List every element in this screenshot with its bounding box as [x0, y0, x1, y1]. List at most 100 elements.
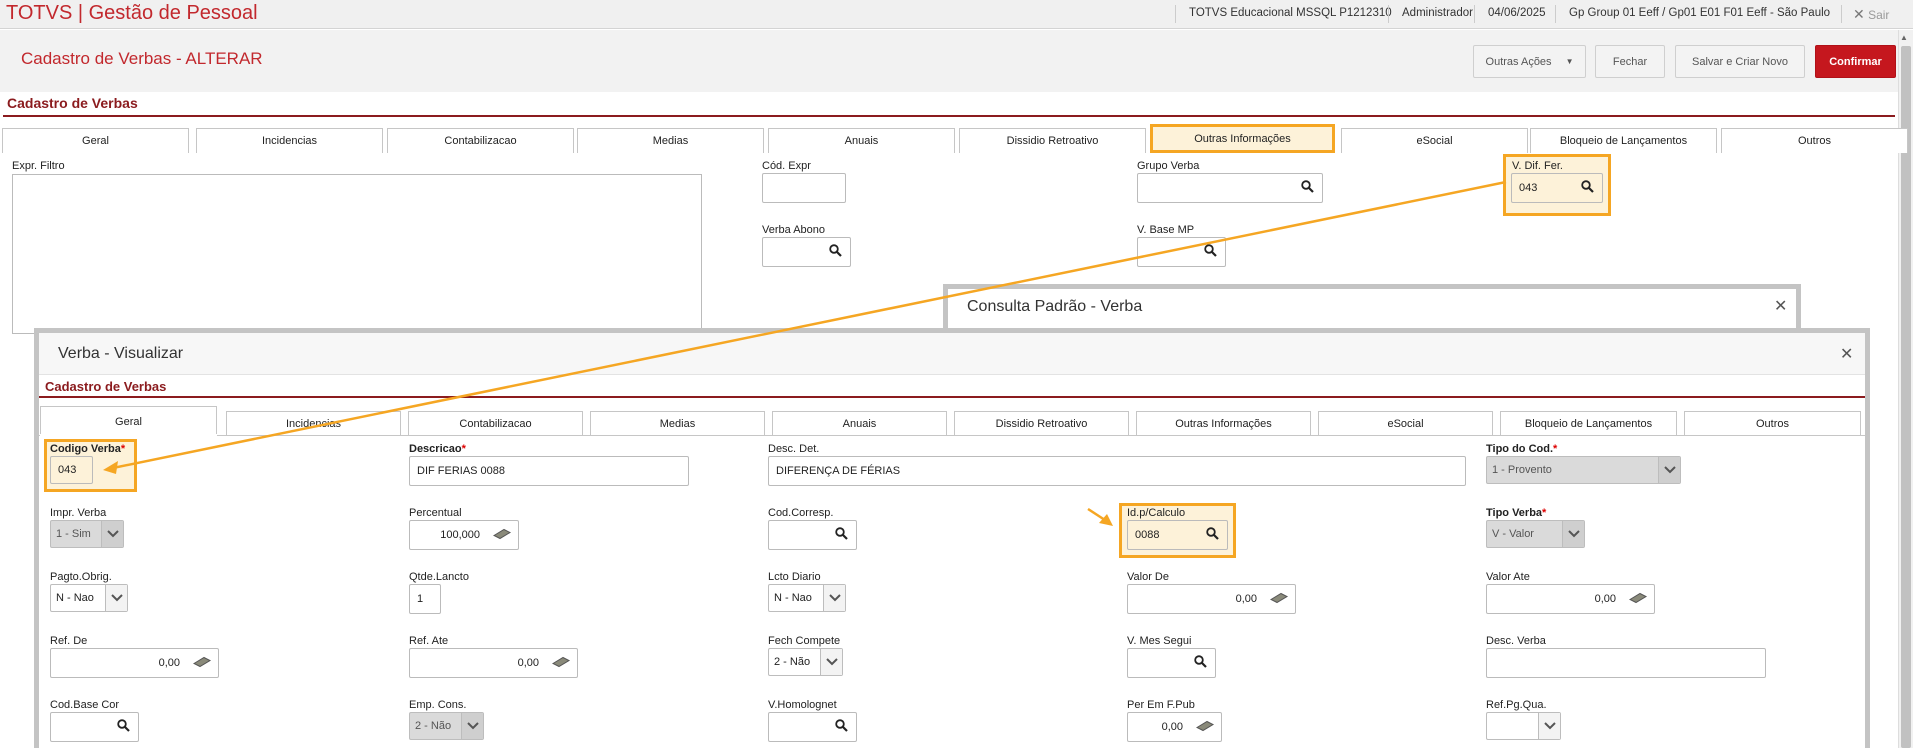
chevron-down-icon [105, 585, 127, 611]
fech-compete-select[interactable]: 2 - Não [768, 648, 843, 676]
codigo-verba-label: Codigo Verba* [50, 443, 126, 455]
emp-cons-select[interactable]: 2 - Não [409, 712, 484, 740]
company-label[interactable]: Gp Group 01 Eeff / Gp01 E01 F01 Eeff - S… [1569, 7, 1830, 19]
tab-contabilizacao[interactable]: Contabilizacao [408, 411, 583, 436]
expr-filtro-textarea[interactable] [12, 174, 702, 334]
tab-esocial[interactable]: eSocial [1341, 128, 1528, 153]
tab-anuais[interactable]: Anuais [768, 128, 955, 153]
ref-pg-qua-select[interactable] [1486, 712, 1561, 740]
ref-de-input[interactable]: 0,00 [50, 648, 219, 678]
cod-expr-label: Cód. Expr [762, 160, 811, 172]
fech-compete-label: Fech Compete [768, 635, 841, 647]
page-title: Cadastro de Verbas - ALTERAR [21, 49, 263, 68]
tab-bloqueio-de-lan-amentos[interactable]: Bloqueio de Lançamentos [1530, 128, 1717, 153]
ref-ate-input[interactable]: 0,00 [409, 648, 578, 678]
chevron-down-icon [1658, 457, 1680, 483]
impr-verba-select[interactable]: 1 - Sim [50, 520, 124, 548]
search-icon[interactable] [835, 527, 848, 543]
impr-verba-label: Impr. Verba [50, 507, 107, 519]
search-icon[interactable] [1301, 180, 1314, 196]
valor-ate-label: Valor Ate [1486, 571, 1530, 583]
tab-bloqueio-de-lan-amentos[interactable]: Bloqueio de Lançamentos [1500, 411, 1677, 436]
close-icon[interactable]: ✕ [1840, 344, 1853, 364]
percentual-input[interactable]: 100,000 [409, 520, 519, 550]
descricao-label: Descricao* [409, 443, 466, 455]
tab-incidencias[interactable]: Incidencias [196, 128, 383, 153]
descricao-input[interactable]: DIF FERIAS 0088 [409, 456, 689, 486]
search-icon[interactable] [1206, 527, 1219, 543]
valor-ate-input[interactable]: 0,00 [1486, 584, 1655, 614]
tab-contabilizacao[interactable]: Contabilizacao [387, 128, 574, 153]
close-button[interactable]: Fechar [1595, 45, 1665, 78]
tab-outras-informa-es[interactable]: Outras Informações [1136, 411, 1311, 436]
environment-label: TOTVS Educacional MSSQL P1212310 [1189, 7, 1392, 19]
cod-expr-input[interactable] [762, 173, 846, 203]
desc-det-label: Desc. Det. [768, 443, 820, 455]
search-icon[interactable] [1204, 244, 1217, 260]
calculator-icon[interactable] [1628, 592, 1648, 607]
search-icon[interactable] [835, 719, 848, 735]
v-mes-segui-input[interactable] [1127, 648, 1216, 678]
tab-outros[interactable]: Outros [1684, 411, 1861, 436]
tab-outros[interactable]: Outros [1721, 128, 1908, 153]
divider [1555, 5, 1556, 23]
calculator-icon[interactable] [551, 656, 571, 671]
percentual-label: Percentual [409, 507, 462, 519]
close-icon[interactable]: ✕ [1774, 296, 1787, 316]
tab-medias[interactable]: Medias [590, 411, 765, 436]
tipo-verba-select[interactable]: V - Valor [1486, 520, 1585, 548]
codigo-verba-input[interactable]: 043 [50, 456, 93, 484]
divider [1474, 5, 1475, 23]
grupo-verba-input[interactable] [1137, 173, 1323, 203]
lcto-diario-select[interactable]: N - Nao [768, 584, 846, 612]
desc-det-input[interactable]: DIFERENÇA DE FÉRIAS [768, 456, 1466, 486]
cod-corresp-input[interactable] [768, 520, 857, 550]
pagto-obrig-select[interactable]: N - Nao [50, 584, 128, 612]
tab-dissidio-retroativo[interactable]: Dissidio Retroativo [959, 128, 1146, 153]
divider [1841, 5, 1842, 23]
tipo-do-cod-select[interactable]: 1 - Provento [1486, 456, 1681, 484]
active-tab-gap [40, 434, 217, 437]
per-em-f-pub-input[interactable]: 0,00 [1127, 712, 1222, 742]
id-p-calculo-input[interactable]: 0088 [1127, 520, 1228, 550]
search-icon[interactable] [829, 244, 842, 260]
chevron-down-icon [101, 521, 123, 547]
v-dif-fer-input[interactable]: 043 [1511, 173, 1603, 203]
modal-section-title: Cadastro de Verbas [45, 379, 167, 394]
calculator-icon[interactable] [1195, 720, 1215, 735]
other-actions-button[interactable]: Outras Ações ▼ [1473, 45, 1586, 78]
calculator-icon[interactable] [1269, 592, 1289, 607]
emp-cons-label: Emp. Cons. [409, 699, 467, 711]
section-divider [3, 115, 1895, 117]
scroll-up-icon[interactable]: ▲ [1900, 33, 1908, 42]
tab-esocial[interactable]: eSocial [1318, 411, 1493, 436]
v-dif-fer-label: V. Dif. Fer. [1512, 160, 1563, 172]
user-label[interactable]: Administrador [1402, 7, 1473, 19]
tab-incidencias[interactable]: Incidencias [226, 411, 401, 436]
qtde-lancto-input[interactable]: 1 [409, 584, 441, 614]
tab-dissidio-retroativo[interactable]: Dissidio Retroativo [954, 411, 1129, 436]
desc-verba-input[interactable] [1486, 648, 1766, 678]
tab-anuais[interactable]: Anuais [772, 411, 947, 436]
date-label: 04/06/2025 [1488, 7, 1546, 19]
verba-abono-input[interactable] [762, 237, 851, 267]
tab-geral[interactable]: Geral [2, 128, 189, 153]
v-homolognet-input[interactable] [768, 712, 857, 742]
cod-base-cor-input[interactable] [50, 712, 139, 742]
search-icon[interactable] [117, 719, 130, 735]
confirm-button[interactable]: Confirmar [1815, 45, 1896, 78]
tab-geral[interactable]: Geral [40, 406, 217, 436]
verba-modal-title: Verba - Visualizar [58, 345, 184, 362]
calculator-icon[interactable] [492, 528, 512, 543]
calculator-icon[interactable] [192, 656, 212, 671]
search-icon[interactable] [1194, 655, 1207, 671]
valor-de-input[interactable]: 0,00 [1127, 584, 1296, 614]
v-base-mp-input[interactable] [1137, 237, 1226, 267]
desc-verba-label: Desc. Verba [1486, 635, 1546, 647]
search-icon[interactable] [1581, 180, 1594, 196]
tab-medias[interactable]: Medias [577, 128, 764, 153]
exit-button[interactable]: ✕ Sair [1853, 6, 1889, 23]
save-new-button[interactable]: Salvar e Criar Novo [1675, 45, 1805, 78]
tab-outras-informa-es[interactable]: Outras Informações [1150, 124, 1335, 153]
chevron-down-icon [1562, 521, 1584, 547]
